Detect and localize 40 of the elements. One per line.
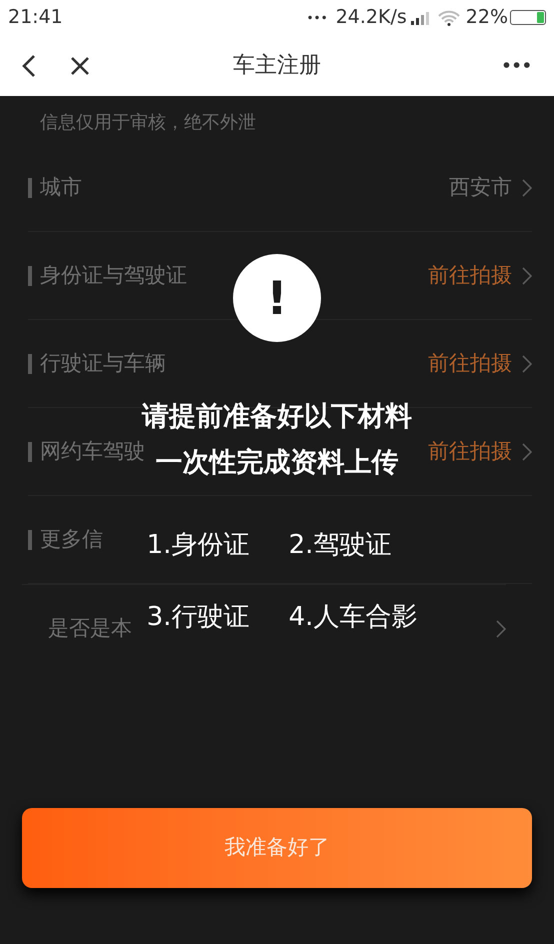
material-item: 2.驾驶证 bbox=[288, 529, 392, 562]
signal-icon bbox=[410, 10, 430, 24]
close-icon[interactable] bbox=[70, 56, 90, 76]
battery-percent: 22% bbox=[466, 5, 508, 30]
alert-icon: ! bbox=[233, 254, 321, 342]
section-marker bbox=[28, 266, 32, 286]
section-marker bbox=[28, 178, 32, 198]
row-label: 行驶证与车辆 bbox=[40, 350, 166, 377]
chevron-right-icon bbox=[522, 266, 532, 284]
row-label: 网约车驾驶 bbox=[40, 438, 145, 465]
row-label: 更多信 bbox=[40, 526, 103, 553]
dialog-message: 一次性完成资料上传 bbox=[156, 446, 398, 480]
chevron-right-icon bbox=[522, 178, 532, 196]
material-item: 4.人车合影 bbox=[288, 601, 418, 634]
row-label[interactable]: 是否是本 bbox=[48, 612, 132, 644]
dialog-message: 请提前准备好以下材料 bbox=[142, 400, 412, 434]
privacy-note: 信息仅用于审核，绝不外泄 bbox=[40, 112, 256, 133]
row-label: 城市 bbox=[40, 174, 82, 201]
action-link[interactable]: 前往拍摄 bbox=[428, 348, 512, 380]
section-marker bbox=[28, 354, 32, 374]
chevron-right-icon bbox=[522, 354, 532, 372]
row-value: 西安市 bbox=[449, 174, 512, 201]
status-time: 21:41 bbox=[8, 5, 63, 30]
action-link[interactable]: 前往拍摄 bbox=[428, 260, 512, 292]
back-icon[interactable] bbox=[22, 54, 36, 78]
battery-icon bbox=[510, 10, 546, 25]
material-item: 3.行驶证 bbox=[146, 601, 250, 634]
ready-button[interactable]: 我准备好了 bbox=[22, 808, 532, 888]
status-dots: ••• bbox=[306, 10, 328, 26]
network-speed: 24.2K/s bbox=[336, 5, 407, 30]
chevron-right-icon bbox=[522, 442, 532, 460]
more-icon[interactable]: ••• bbox=[501, 54, 532, 78]
material-item: 1.身份证 bbox=[146, 529, 250, 562]
section-marker bbox=[28, 530, 32, 550]
chevron-right-icon bbox=[496, 620, 506, 638]
row-label: 身份证与驾驶证 bbox=[40, 262, 187, 289]
wifi-icon bbox=[438, 10, 460, 26]
page-title: 车主注册 bbox=[233, 52, 321, 80]
action-link[interactable]: 前往拍摄 bbox=[428, 436, 512, 468]
section-marker bbox=[28, 442, 32, 462]
